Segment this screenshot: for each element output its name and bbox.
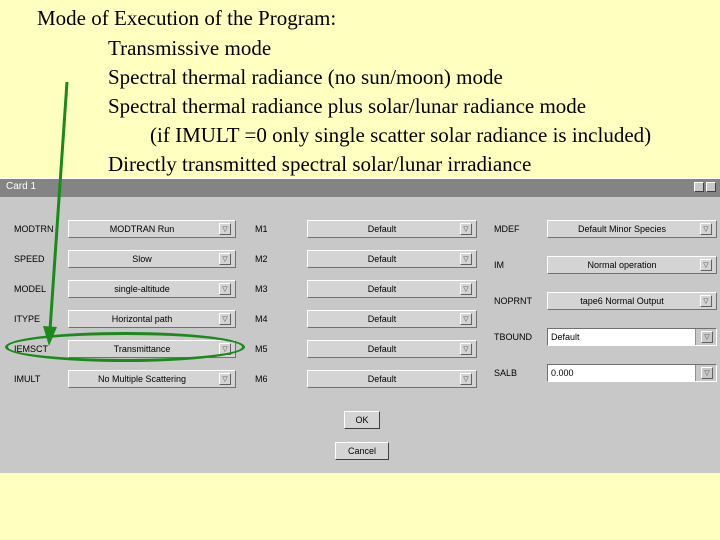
pointer-arrow-icon [43, 81, 69, 346]
